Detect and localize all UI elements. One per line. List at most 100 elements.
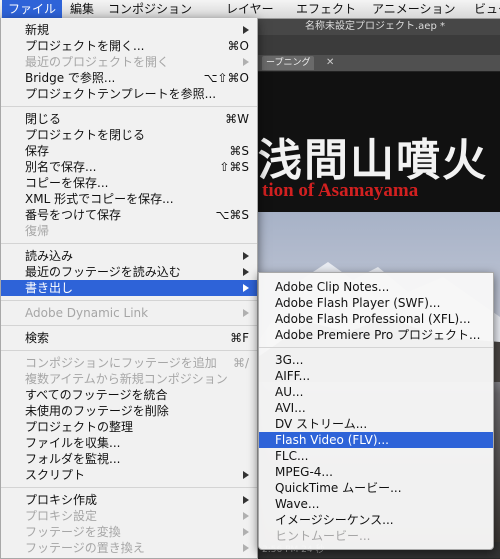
- file_menu-item[interactable]: コピーを保存...: [1, 175, 257, 191]
- menu-separator: [1, 325, 257, 326]
- export_menu-item-label: イメージシーケンス...: [275, 513, 394, 527]
- menubar-item-6[interactable]: ビュー: [468, 0, 500, 18]
- file_menu-item[interactable]: 未使用のフッテージを削除: [1, 403, 257, 419]
- submenu-arrow-icon: [243, 512, 249, 520]
- export_menu-item-label: QuickTime ムービー...: [275, 481, 402, 495]
- file_menu-item[interactable]: 番号をつけて保存 ⌥⌘S: [1, 207, 257, 223]
- shortcut-label: ⌥⇧⌘O: [203, 71, 249, 85]
- file_menu-item-label: プロジェクトの整理: [25, 420, 134, 434]
- file_menu-item[interactable]: ファイルを収集...: [1, 435, 257, 451]
- export_menu-item[interactable]: FLC...: [259, 448, 493, 464]
- export_menu-item[interactable]: Adobe Premiere Pro プロジェクト...: [259, 327, 493, 343]
- file_menu-item-label: プロジェクトテンプレートを参照...: [25, 87, 217, 101]
- file_menu-item[interactable]: 閉じる ⌘W: [1, 111, 257, 127]
- menubar-item-3[interactable]: レイヤー: [220, 0, 280, 18]
- export_menu-item[interactable]: AIFF...: [259, 368, 493, 384]
- export_menu-item[interactable]: Adobe Clip Notes...: [259, 279, 493, 295]
- submenu-arrow-icon: [243, 252, 249, 260]
- menubar-item-5[interactable]: アニメーション: [366, 0, 462, 18]
- shortcut-label: ⌘S: [229, 144, 249, 158]
- file_menu-item[interactable]: Bridge で参照... ⌥⇧⌘O: [1, 70, 257, 86]
- submenu-arrow-icon: [243, 268, 249, 276]
- file-menu: 新規 プロジェクトを開く... ⌘O 最近のプロジェクトを開く Bridge で参照..…: [0, 18, 258, 559]
- file_menu-item: プロキシ設定: [1, 508, 257, 524]
- submenu-arrow-icon: [243, 26, 249, 34]
- export_menu-item[interactable]: QuickTime ムービー...: [259, 480, 493, 496]
- file_menu-item-label: 読み込み: [25, 249, 74, 263]
- export_menu-item-label: Adobe Clip Notes...: [275, 280, 390, 294]
- shortcut-label: ⇧⌘S: [219, 160, 249, 174]
- export_menu-item-label: Flash Video (FLV)...: [275, 433, 389, 447]
- export_menu-item-label: MPEG-4...: [275, 465, 333, 479]
- file_menu-item[interactable]: 最近のフッテージを読み込む: [1, 264, 257, 280]
- file_menu-item-label: 最近のプロジェクトを開く: [25, 55, 170, 69]
- shortcut-label: ⌥⌘S: [215, 208, 249, 222]
- submenu-arrow-icon: [243, 309, 249, 317]
- file_menu-item-label: コピーを保存...: [25, 176, 109, 190]
- menu-separator: [1, 243, 257, 244]
- file_menu-item[interactable]: XML 形式でコピーを保存...: [1, 191, 257, 207]
- composition-tab[interactable]: ープニング: [262, 56, 315, 70]
- export_menu-item[interactable]: AVI...: [259, 400, 493, 416]
- file_menu-item[interactable]: 保存 ⌘S: [1, 143, 257, 159]
- export_menu-item[interactable]: MPEG-4...: [259, 464, 493, 480]
- file_menu-item-label: 書き出し: [25, 281, 74, 295]
- file_menu-item[interactable]: スクリプト: [1, 467, 257, 483]
- close-tab-icon[interactable]: ✕: [326, 56, 334, 70]
- export_menu-item-label: Adobe Flash Player (SWF)...: [275, 296, 441, 310]
- submenu-arrow-icon: [243, 496, 249, 504]
- menubar-item-0[interactable]: ファイル: [2, 0, 63, 18]
- shortcut-label: ⌘F: [230, 331, 249, 345]
- file_menu-item-label: XML 形式でコピーを保存...: [25, 192, 174, 206]
- file_menu-item[interactable]: プロジェクトを開く... ⌘O: [1, 38, 257, 54]
- file_menu-item-label: すべてのフッテージを統合: [25, 388, 168, 402]
- export_menu-item[interactable]: Wave...: [259, 496, 493, 512]
- export_menu-item[interactable]: Flash Video (FLV)...: [259, 432, 493, 448]
- export_menu-item[interactable]: イメージシーケンス...: [259, 512, 493, 528]
- file_menu-item-label: ファイルを収集...: [25, 436, 121, 450]
- submenu-arrow-icon: [243, 471, 249, 479]
- composition-title-english: tion of Asamayama: [262, 180, 419, 201]
- menubar-item-1[interactable]: 編集: [64, 0, 100, 18]
- file_menu-item[interactable]: 読み込み: [1, 248, 257, 264]
- export_menu-item[interactable]: Adobe Flash Professional (XFL)...: [259, 311, 493, 327]
- file_menu-item-label: 別名で保存...: [25, 160, 97, 174]
- file_menu-item[interactable]: フォルダを監視...: [1, 451, 257, 467]
- file_menu-item-label: フッテージを変換: [25, 525, 121, 539]
- file_menu-item[interactable]: 新規: [1, 22, 257, 38]
- file_menu-item[interactable]: プロジェクトテンプレートを参照...: [1, 86, 257, 102]
- file_menu-item-label: フォルダを監視...: [25, 452, 121, 466]
- file_menu-item-label: フッテージの置き換え: [25, 541, 145, 555]
- shortcut-label: ⌘O: [227, 39, 249, 53]
- submenu-arrow-icon: [243, 528, 249, 536]
- file_menu-item[interactable]: プロジェクトの整理: [1, 419, 257, 435]
- file_menu-item-label: プロキシ作成: [25, 493, 98, 507]
- export_menu-item-label: DV ストリーム...: [275, 417, 368, 431]
- composition-title-japanese: 浅間山噴火: [258, 135, 488, 186]
- file_menu-item[interactable]: 別名で保存... ⇧⌘S: [1, 159, 257, 175]
- file_menu-item[interactable]: 書き出し: [1, 280, 257, 296]
- file_menu-item: コンポジションにフッテージを追加 ⌘/: [1, 355, 257, 371]
- export_menu-item-label: AIFF...: [275, 369, 311, 383]
- export_menu-item[interactable]: AU...: [259, 384, 493, 400]
- file_menu-item: 復帰: [1, 223, 257, 239]
- menu-separator: [1, 350, 257, 351]
- export_menu-item: ヒントムービー...: [259, 528, 493, 544]
- menubar-item-4[interactable]: エフェクト: [290, 0, 362, 18]
- menubar-item-2[interactable]: コンポジション: [102, 0, 198, 18]
- export_menu-item-label: Wave...: [275, 497, 320, 511]
- file_menu-item-label: 複数アイテムから新規コンポジション: [25, 372, 228, 386]
- file_menu-item[interactable]: プロジェクトを閉じる: [1, 127, 257, 143]
- export-submenu: Adobe Clip Notes... Adobe Flash Player (S…: [258, 272, 494, 550]
- menu-bar: ファイル編集コンポジション レイヤーエフェクトアニメーションビュー: [0, 0, 500, 19]
- export_menu-item[interactable]: Adobe Flash Player (SWF)...: [259, 295, 493, 311]
- project-window-title: 名称未設定プロジェクト.aep *: [250, 19, 500, 35]
- file_menu-item[interactable]: 検索 ⌘F: [1, 330, 257, 346]
- file_menu-item-label: プロジェクトを開く...: [25, 39, 145, 53]
- shortcut-label: ⌘/: [232, 356, 249, 370]
- menu-separator: [1, 487, 257, 488]
- file_menu-item[interactable]: プロキシ作成: [1, 492, 257, 508]
- export_menu-item[interactable]: DV ストリーム...: [259, 416, 493, 432]
- export_menu-item[interactable]: 3G...: [259, 352, 493, 368]
- file_menu-item[interactable]: すべてのフッテージを統合: [1, 387, 257, 403]
